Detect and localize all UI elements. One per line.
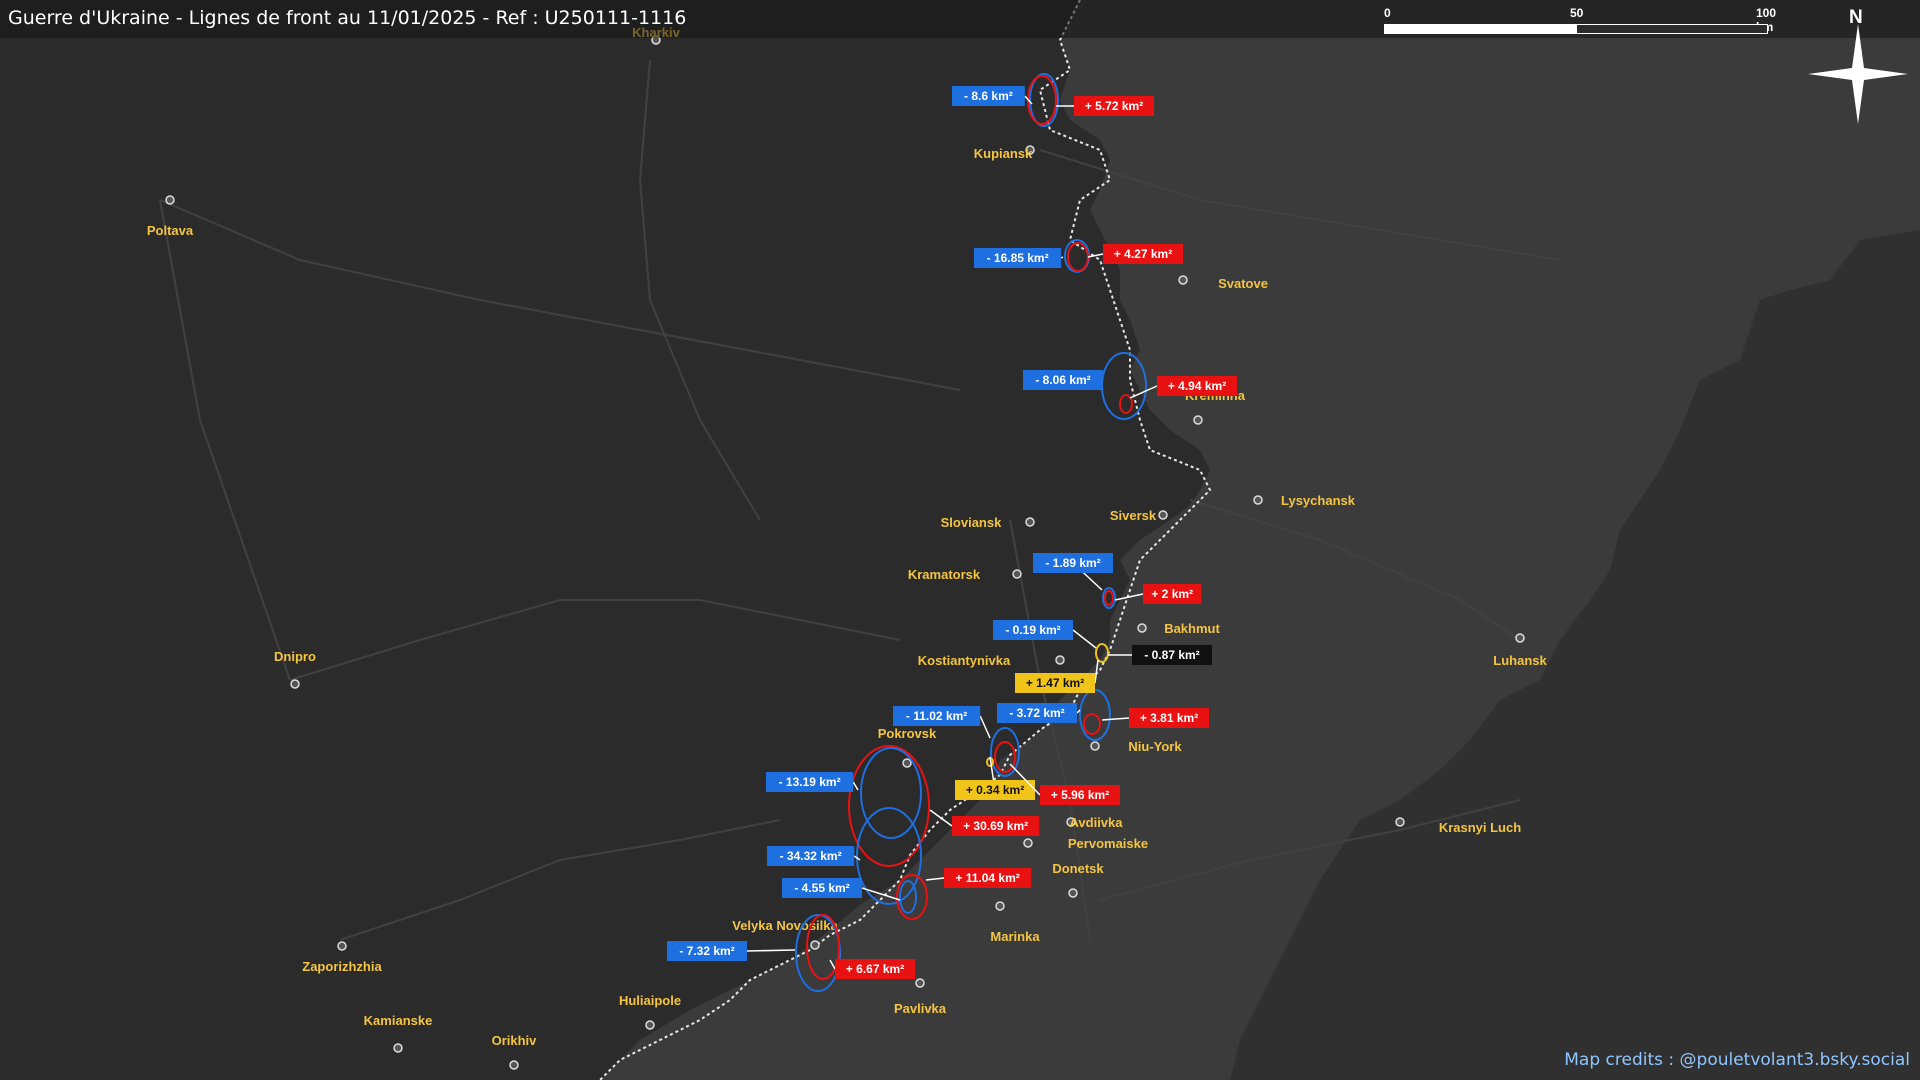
city-marker[interactable] <box>337 941 347 951</box>
city-marker[interactable] <box>645 1020 655 1030</box>
city-marker[interactable] <box>509 1060 519 1070</box>
scale-tick-50: 50 <box>1570 6 1584 20</box>
annotation-label: - 4.55 km² <box>794 881 849 895</box>
city-marker[interactable] <box>1025 517 1035 527</box>
scale-bar: 0 50 100 km <box>1384 6 1776 36</box>
annotation-label: - 16.85 km² <box>987 251 1049 265</box>
map-title: Guerre d'Ukraine - Lignes de front au 11… <box>8 7 687 29</box>
city-marker[interactable] <box>902 758 912 768</box>
city-marker[interactable] <box>1158 510 1168 520</box>
annotation-label: + 30.69 km² <box>963 819 1028 833</box>
map-credits: Map credits : @pouletvolant3.bsky.social <box>1564 1050 1910 1070</box>
annotation-label: - 1.89 km² <box>1045 556 1100 570</box>
city-marker[interactable] <box>1193 415 1203 425</box>
city-label: Bakhmut <box>1164 621 1220 636</box>
annotation-leader <box>1060 256 1064 259</box>
city-label: Huliaipole <box>619 993 681 1008</box>
city-label: Poltava <box>147 223 194 238</box>
city-label: Kostiantynivka <box>918 653 1011 668</box>
city-marker[interactable] <box>995 901 1005 911</box>
annotation-label: - 0.19 km² <box>1005 623 1060 637</box>
annotation-label: + 4.27 km² <box>1114 247 1172 261</box>
city-label: Zaporizhzhia <box>302 959 382 974</box>
city-label: Siversk <box>1110 508 1157 523</box>
city-label: Krasnyi Luch <box>1439 820 1521 835</box>
annotation-label: - 7.32 km² <box>679 944 734 958</box>
annotation-label: - 11.02 km² <box>906 709 967 723</box>
city-label: Kupiansk <box>974 146 1033 161</box>
city-marker[interactable] <box>1012 569 1022 579</box>
annotation-label: - 0.87 km² <box>1144 648 1199 662</box>
city-marker[interactable] <box>810 940 820 950</box>
annotation-label: + 1.47 km² <box>1026 676 1084 690</box>
annotation-label: - 13.19 km² <box>779 775 841 789</box>
annotation-label: - 3.72 km² <box>1009 706 1064 720</box>
city-label: Donetsk <box>1052 861 1104 876</box>
city-label: Orikhiv <box>492 1033 538 1048</box>
city-marker[interactable] <box>1515 633 1525 643</box>
city-marker[interactable] <box>290 679 300 689</box>
city-label: Sloviansk <box>941 515 1002 530</box>
annotation-label: - 8.06 km² <box>1035 373 1090 387</box>
annotation-label: + 4.94 km² <box>1168 379 1226 393</box>
annotation-label: + 6.67 km² <box>846 962 904 976</box>
annotation-label: + 0.34 km² <box>966 783 1024 797</box>
annotation-label: + 11.04 km² <box>955 871 1019 885</box>
compass-star <box>1808 24 1908 124</box>
north-label: N <box>1849 7 1863 28</box>
annotation-label: - 34.32 km² <box>780 849 842 863</box>
city-marker[interactable] <box>1178 275 1188 285</box>
city-marker[interactable] <box>393 1043 403 1053</box>
city-marker[interactable] <box>915 978 925 988</box>
city-marker[interactable] <box>1090 741 1100 751</box>
annotation-label: - 8.6 km² <box>964 89 1013 103</box>
city-label: Kamianske <box>364 1013 433 1028</box>
city-marker[interactable] <box>1253 495 1263 505</box>
city-label: Pervomaiske <box>1068 836 1148 851</box>
annotation-label: + 5.96 km² <box>1051 788 1109 802</box>
city-marker[interactable] <box>1055 655 1065 665</box>
scale-tick-0: 0 <box>1384 6 1391 20</box>
annotation-label: + 5.72 km² <box>1085 99 1143 113</box>
city-label: Avdiivka <box>1070 815 1124 830</box>
city-label: Luhansk <box>1493 653 1547 668</box>
compass-rose <box>1808 24 1908 124</box>
city-label: Lysychansk <box>1281 493 1356 508</box>
annotation-label: + 2 km² <box>1151 587 1193 601</box>
city-marker[interactable] <box>1395 817 1405 827</box>
city-label: Pokrovsk <box>878 726 937 741</box>
scale-bar-dark <box>1576 24 1768 34</box>
city-label: Svatove <box>1218 276 1268 291</box>
city-label: Pavlivka <box>894 1001 947 1016</box>
city-label: Dnipro <box>274 649 316 664</box>
annotation-label: + 3.81 km² <box>1140 711 1198 725</box>
front-line-map[interactable]: KharkivPoltavaKupianskSvatoveKreminnaLys… <box>0 0 1920 1080</box>
city-marker[interactable] <box>165 195 175 205</box>
city-label: Marinka <box>990 929 1040 944</box>
city-label: Niu-York <box>1128 739 1182 754</box>
annotation-leader <box>746 949 796 952</box>
city-marker[interactable] <box>1137 623 1147 633</box>
scale-bar-white <box>1384 24 1576 34</box>
city-label: Kramatorsk <box>908 567 981 582</box>
city-marker[interactable] <box>1068 888 1078 898</box>
city-marker[interactable] <box>1023 838 1033 848</box>
city-label: Velyka Novosilka <box>732 918 838 933</box>
